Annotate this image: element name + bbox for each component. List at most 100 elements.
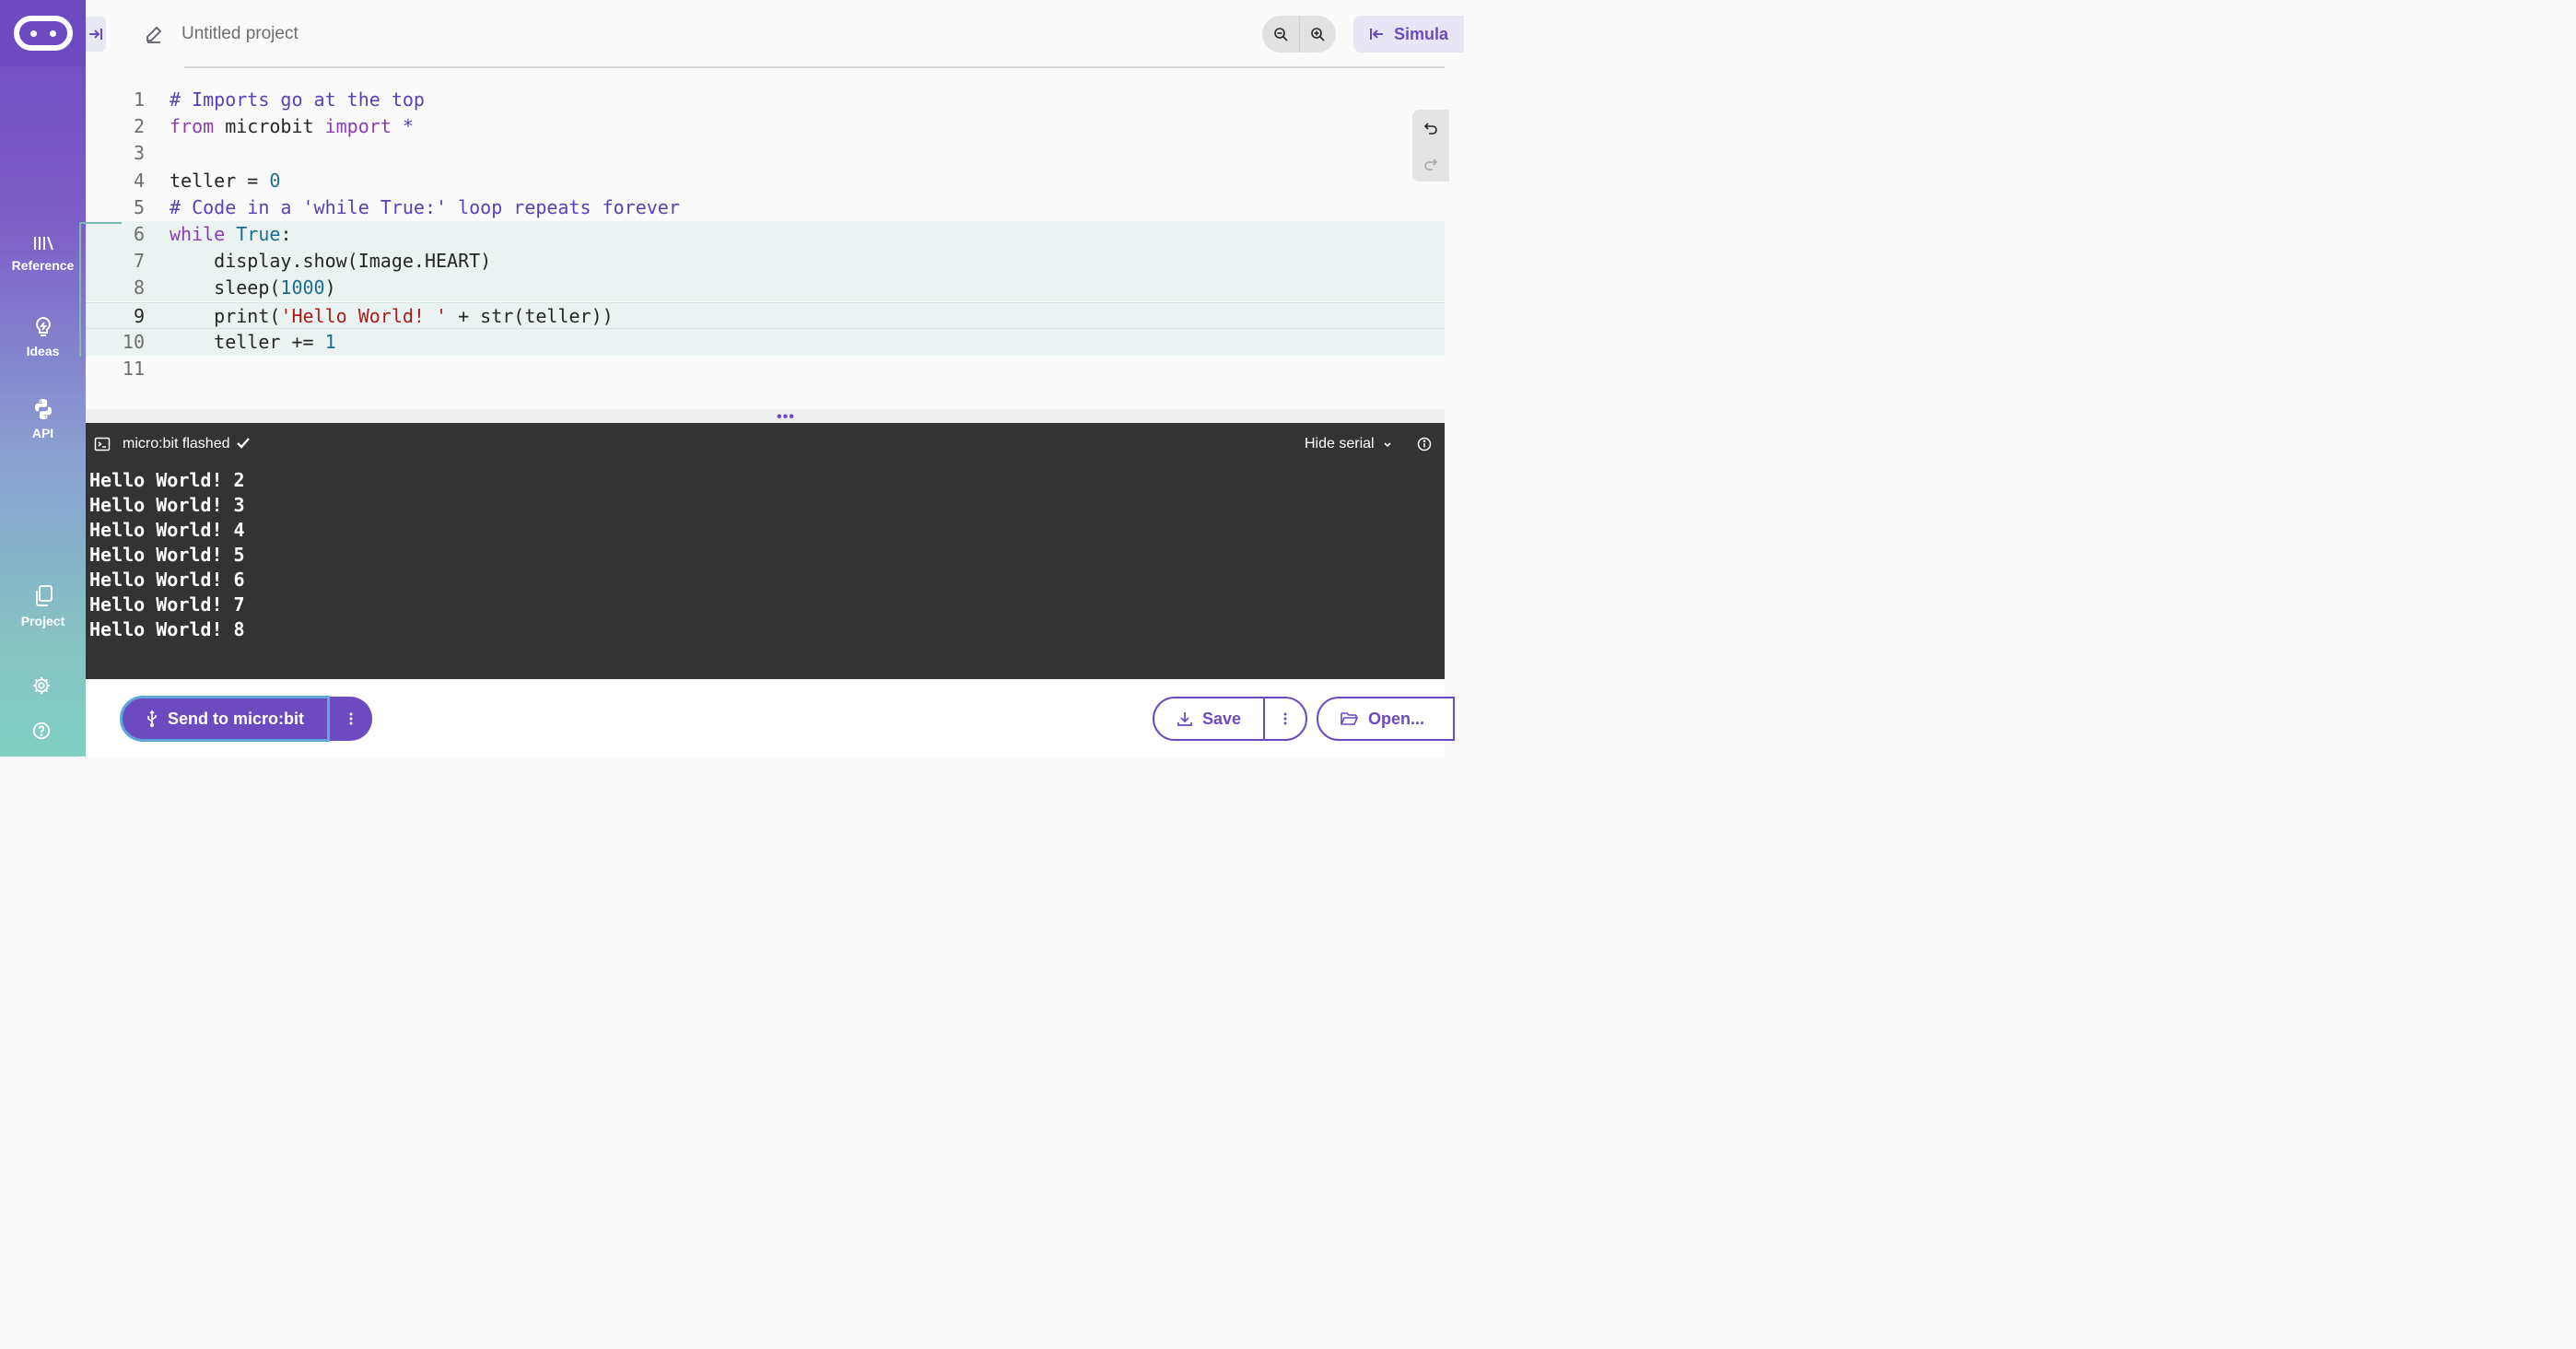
code-token: while xyxy=(170,223,226,245)
code-line[interactable]: 10 teller += 1 xyxy=(86,328,1445,356)
help-icon[interactable] xyxy=(31,721,52,741)
code-line[interactable]: 4 teller = 0 xyxy=(86,168,1445,194)
code-token: display.show(Image.HEART) xyxy=(170,250,492,273)
python-icon xyxy=(34,399,52,419)
sidebar-item-label: Project xyxy=(20,614,65,628)
zoom-in-button[interactable] xyxy=(1298,16,1337,53)
arrow-right-bar-icon xyxy=(89,29,102,40)
code-text: while True: xyxy=(170,221,291,248)
expand-sidebar-button[interactable] xyxy=(86,17,106,52)
zoom-out-button[interactable] xyxy=(1262,16,1299,53)
redo-icon xyxy=(1424,158,1438,170)
code-text: from microbit import * xyxy=(170,113,414,140)
open-button[interactable]: Open... xyxy=(1317,697,1455,741)
terminal-icon xyxy=(94,437,111,452)
code-line[interactable]: 3 xyxy=(86,140,1445,167)
code-line[interactable]: 8 sleep(1000) xyxy=(86,275,1445,302)
code-token: from xyxy=(170,115,215,138)
sidebar-item-label: API xyxy=(31,426,54,440)
usb-icon xyxy=(147,710,157,727)
folder-open-icon xyxy=(1341,712,1359,725)
arrow-left-bar-icon xyxy=(1370,29,1383,40)
code-line[interactable]: 9 print('Hello World! ' + str(teller)) xyxy=(86,301,1445,330)
code-token: import xyxy=(324,115,392,138)
sidebar-item-api[interactable]: API xyxy=(0,398,86,442)
serial-line: Hello World! 6 xyxy=(89,569,245,591)
zoom-out-icon xyxy=(1273,28,1288,41)
code-token: print( xyxy=(170,304,281,327)
serial-line: Hello World! 8 xyxy=(89,618,245,640)
sidebar-item-label: Ideas xyxy=(26,344,60,358)
line-number: 11 xyxy=(122,358,145,380)
undo-redo-controls xyxy=(1412,110,1449,182)
code-line[interactable]: 2 from microbit import * xyxy=(86,113,1445,140)
simulator-label: Simula xyxy=(1394,24,1449,43)
code-text: teller += 1 xyxy=(170,329,336,356)
code-token: 1000 xyxy=(280,276,325,299)
serial-panel: micro:bit flashed Hide serial Hello Worl… xyxy=(86,423,1445,679)
save-button[interactable]: Save xyxy=(1153,697,1265,741)
redo-button[interactable] xyxy=(1412,146,1449,182)
hide-serial-label: Hide serial xyxy=(1305,436,1375,452)
check-icon xyxy=(236,438,250,449)
code-text: print('Hello World! ' + str(teller)) xyxy=(170,303,614,330)
simulator-toggle-button[interactable]: Simula xyxy=(1353,16,1464,53)
code-line[interactable]: 6 while True: xyxy=(86,221,1445,248)
serial-line: Hello World! 4 xyxy=(89,519,245,541)
files-icon xyxy=(35,585,53,606)
code-editor[interactable]: 1 # Imports go at the top 2 from microbit i… xyxy=(86,87,1445,409)
send-more-button[interactable] xyxy=(330,697,372,741)
code-token: 'Hello World! ' xyxy=(280,304,448,327)
hide-serial-button[interactable]: Hide serial xyxy=(1305,436,1393,452)
code-token: + str(teller)) xyxy=(447,304,614,327)
divider xyxy=(184,66,1445,68)
microbit-logo[interactable] xyxy=(0,0,86,66)
code-text: sleep(1000) xyxy=(170,275,336,301)
serial-status-text: micro:bit flashed xyxy=(123,436,230,452)
send-label: Send to micro:bit xyxy=(168,709,304,728)
code-token: # Imports go at the top xyxy=(170,88,425,111)
code-text: display.show(Image.HEART) xyxy=(170,248,491,275)
code-text: # Code in a 'while True:' loop repeats f… xyxy=(170,194,680,221)
code-token: * xyxy=(391,115,414,138)
code-line[interactable]: 7 display.show(Image.HEART) xyxy=(86,248,1445,276)
code-line[interactable]: 11 xyxy=(86,356,1445,382)
send-to-microbit-button[interactable]: Send to micro:bit xyxy=(120,696,330,742)
block-indicator xyxy=(79,222,122,357)
panel-splitter[interactable] xyxy=(86,409,1445,423)
sidebar-item-ideas[interactable]: Ideas xyxy=(0,316,86,360)
zoom-controls xyxy=(1262,16,1336,53)
code-token: 1 xyxy=(324,330,336,353)
serial-header: micro:bit flashed Hide serial xyxy=(86,423,1445,465)
undo-button[interactable] xyxy=(1412,110,1449,146)
info-icon[interactable] xyxy=(1417,437,1432,452)
project-name[interactable]: Untitled project xyxy=(181,24,299,44)
code-text: # Imports go at the top xyxy=(170,87,425,113)
code-token: ) xyxy=(324,276,336,299)
code-token: True xyxy=(236,223,281,245)
code-token: # Code in a 'while True:' loop repeats f… xyxy=(170,195,680,218)
edit-name-button[interactable] xyxy=(145,25,163,43)
code-line[interactable]: 1 # Imports go at the top xyxy=(86,87,1445,113)
serial-line: Hello World! 5 xyxy=(89,544,245,566)
code-token: 0 xyxy=(269,169,281,192)
lightbulb-icon xyxy=(35,316,51,336)
sidebar-item-project[interactable]: Project xyxy=(0,584,86,630)
code-line[interactable]: 5 # Code in a 'while True:' loop repeats … xyxy=(86,194,1445,221)
sidebar-item-reference[interactable]: Reference xyxy=(0,234,86,275)
pencil-icon xyxy=(146,26,162,43)
code-token: teller += xyxy=(170,330,325,353)
line-number: 3 xyxy=(133,142,145,165)
serial-status: micro:bit flashed xyxy=(123,436,251,452)
line-number: 4 xyxy=(133,169,145,192)
sidebar: Reference Ideas API Project xyxy=(0,0,86,757)
code-token: : xyxy=(280,223,292,245)
drag-handle-icon[interactable]: ••• xyxy=(777,410,795,425)
zoom-in-icon xyxy=(1311,28,1325,41)
code-text: teller = 0 xyxy=(170,168,280,194)
line-number: 1 xyxy=(133,88,145,111)
save-more-button[interactable] xyxy=(1263,697,1307,741)
download-icon xyxy=(1177,712,1192,726)
serial-output[interactable]: Hello World! 2 Hello World! 3 Hello World!… xyxy=(89,468,245,642)
gear-icon[interactable] xyxy=(31,675,52,696)
